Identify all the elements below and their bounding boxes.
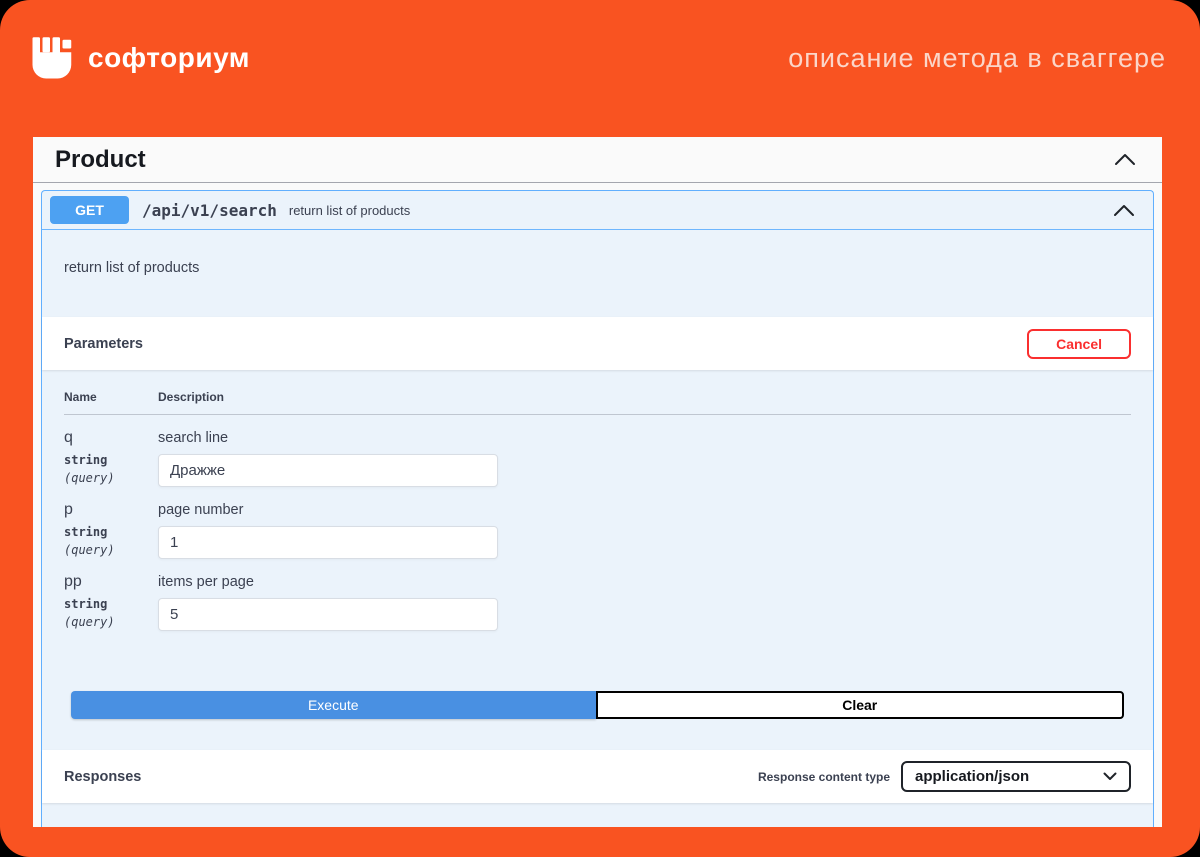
fist-icon [30, 36, 75, 81]
opblock-collapse-button[interactable] [1109, 200, 1139, 221]
parameters-header: Parameters Cancel [42, 317, 1153, 370]
page-background: софториум описание метода в сваггере Pro… [0, 0, 1200, 857]
opblock-header[interactable]: GET /api/v1/search return list of produc… [42, 191, 1153, 230]
response-content-type-label: Response content type [758, 770, 890, 784]
tag-collapse-button[interactable] [1110, 149, 1140, 170]
responses-title: Responses [64, 769, 141, 785]
opblock-get: GET /api/v1/search return list of produc… [41, 190, 1154, 827]
table-row: pp string (query) items per page [64, 559, 1131, 631]
param-description: page number [158, 500, 1131, 520]
chevron-up-icon [1113, 204, 1135, 217]
param-type: string [64, 597, 158, 611]
parameters-title: Parameters [64, 336, 143, 352]
clear-button[interactable]: Clear [596, 691, 1125, 719]
top-bar: софториум описание метода в сваггере [0, 0, 1200, 96]
param-type: string [64, 525, 158, 539]
param-pp-input[interactable] [158, 598, 498, 631]
param-p-input[interactable] [158, 526, 498, 559]
execute-button[interactable]: Execute [71, 691, 596, 719]
responses-header: Responses Response content type applicat… [42, 750, 1153, 803]
page-tagline: описание метода в сваггере [788, 43, 1166, 74]
operation-path: /api/v1/search [142, 201, 277, 220]
swagger-card: Product GET /api/v1/search return list o… [33, 137, 1162, 827]
param-q-input[interactable] [158, 454, 498, 487]
logo: софториум [30, 36, 250, 81]
operation-summary: return list of products [289, 203, 410, 218]
param-name: pp [64, 572, 158, 592]
chevron-down-icon [1103, 772, 1117, 781]
chevron-up-icon [1114, 153, 1136, 166]
response-content-type-select[interactable]: application/json [901, 761, 1131, 792]
table-row: q string (query) search line [64, 415, 1131, 487]
tag-section-header[interactable]: Product [33, 137, 1162, 183]
logo-text: софториум [88, 42, 250, 74]
column-header-name: Name [64, 390, 158, 404]
column-header-description: Description [158, 390, 1131, 404]
param-description: search line [158, 428, 1131, 448]
param-name: p [64, 500, 158, 520]
param-description: items per page [158, 572, 1131, 592]
method-badge[interactable]: GET [50, 196, 129, 224]
parameters-table: Name Description q string (query) search… [42, 370, 1153, 631]
execute-wrapper: Execute Clear [42, 631, 1153, 719]
param-name: q [64, 428, 158, 448]
param-location: (query) [64, 615, 158, 629]
table-row: p string (query) page number [64, 487, 1131, 559]
response-content-type-value: application/json [915, 768, 1029, 785]
param-type: string [64, 453, 158, 467]
tag-section-title: Product [55, 146, 146, 174]
table-header-row: Name Description [64, 370, 1131, 415]
operation-description: return list of products [42, 230, 1153, 317]
param-location: (query) [64, 471, 158, 485]
param-location: (query) [64, 543, 158, 557]
cancel-button[interactable]: Cancel [1027, 329, 1131, 359]
